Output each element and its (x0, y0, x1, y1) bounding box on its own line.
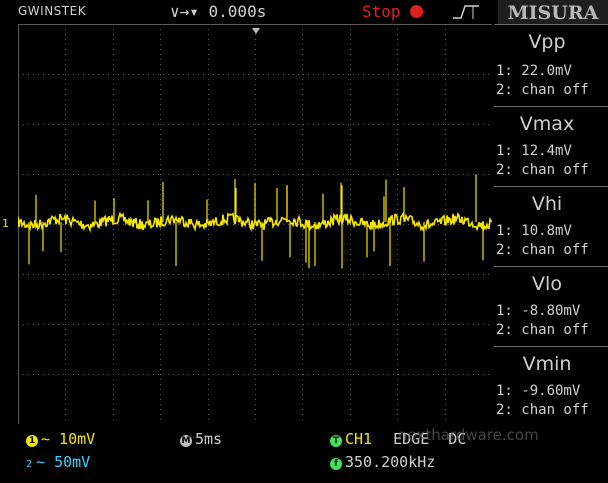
ch1-scale-readout[interactable]: 1 ∼ 10mV (26, 430, 95, 448)
timebase-value: 5ms (195, 430, 223, 448)
waveform-graticule (17, 24, 493, 425)
stop-indicator-icon (410, 5, 423, 18)
measurement-vmax[interactable]: Vmax 1: 12.4mV 2: chan off (494, 106, 608, 183)
rising-edge-icon (453, 5, 479, 19)
watermark: nexthardware.com (398, 426, 539, 444)
frequency-readout[interactable]: f 350.200kHz (330, 453, 435, 471)
waveform-display[interactable] (17, 24, 493, 425)
ch2-scale-readout[interactable]: 2 ∼ 50mV (26, 453, 90, 471)
measurement-vlo[interactable]: Vlo 1: -8.80mV 2: chan off (494, 266, 608, 343)
ch2-badge-icon: 2 (26, 459, 33, 470)
trigger-badge-icon: T (330, 435, 342, 447)
ch1-level-marker[interactable]: 1 (2, 217, 9, 230)
measurement-panel: Vpp 1: 22.0mV 2: chan off Vmax 1: 12.4mV… (494, 24, 608, 424)
trigger-time-marker (252, 28, 260, 34)
measurement-ch2-value: 2: chan off (496, 402, 589, 418)
trigger-position-readout: ∨→▾ 0.000s (170, 2, 267, 21)
brand-logo: GWINSTEK (18, 4, 87, 18)
measure-panel-title: MISURA (498, 0, 608, 24)
measurement-ch1-value: 1: 10.8mV (496, 223, 572, 239)
frequency-value: 350.200kHz (345, 453, 436, 471)
measurement-vhi[interactable]: Vhi 1: 10.8mV 2: chan off (494, 186, 608, 263)
top-status-bar: GWINSTEK ∨→▾ 0.000s Stop MISURA (0, 0, 608, 24)
measurement-title: Vhi (531, 193, 563, 215)
ch2-scale-value: ∼ 50mV (36, 453, 91, 471)
ch1-badge-icon: 1 (26, 435, 38, 447)
measurement-ch1-value: 1: -8.80mV (496, 303, 581, 319)
measurement-title: Vpp (528, 31, 566, 53)
measurement-ch1-value: 1: 22.0mV (496, 63, 572, 79)
measurement-title: Vmax (519, 113, 575, 135)
timebase-readout[interactable]: M 5ms (180, 430, 222, 448)
frequency-badge-icon: f (330, 458, 342, 470)
measurement-ch2-value: 2: chan off (496, 82, 589, 98)
measurement-vpp[interactable]: Vpp 1: 22.0mV 2: chan off (494, 24, 608, 101)
trigger-source: CH1 (345, 430, 373, 448)
ch1-scale-value: ∼ 10mV (41, 430, 96, 448)
measurement-ch2-value: 2: chan off (496, 162, 589, 178)
measurement-ch2-value: 2: chan off (496, 322, 589, 338)
measurement-vmin[interactable]: Vmin 1: -9.60mV 2: chan off (494, 346, 608, 423)
measurement-ch2-value: 2: chan off (496, 242, 589, 258)
run-state-label: Stop (362, 2, 401, 21)
measurement-ch1-value: 1: 12.4mV (496, 143, 572, 159)
timebase-badge-icon: M (180, 435, 192, 447)
measurement-title: Vmin (522, 353, 572, 375)
measurement-ch1-value: 1: -9.60mV (496, 383, 581, 399)
measurement-title: Vlo (532, 273, 562, 295)
